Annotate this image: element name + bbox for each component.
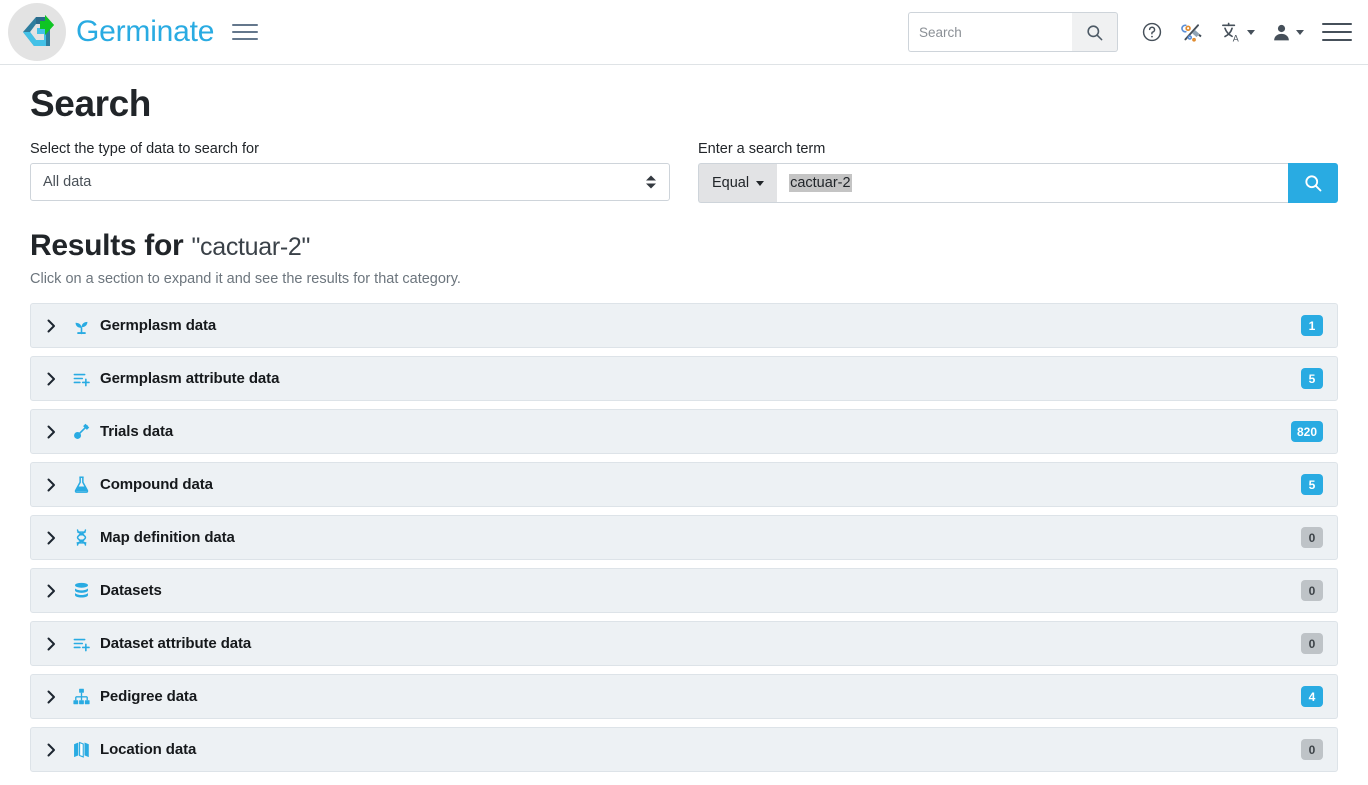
brand[interactable]: Germinate [8,3,214,61]
hamburger-bar [1322,23,1352,25]
result-count-badge: 0 [1301,527,1323,548]
accordion-section-label: Pedigree data [100,688,197,705]
search-term-input[interactable]: cactuar-2 [777,163,1288,203]
help-icon [1141,21,1163,43]
accordion-section-map-definition-data[interactable]: Map definition data 0 [30,515,1338,560]
hamburger-bar [232,24,258,26]
search-form: Select the type of data to search for Al… [30,141,1338,203]
flask-icon [71,475,91,495]
sitemap-icon [71,687,91,707]
seedling-icon [71,316,91,336]
hamburger-bar [232,38,258,40]
user-icon [1271,22,1292,43]
list-plus-icon [71,634,91,654]
results-hint: Click on a section to expand it and see … [30,271,1338,287]
results-title-term: "cactuar-2" [191,233,310,261]
top-navbar: Germinate [0,0,1368,65]
chevron-down-icon [1296,30,1304,35]
accordion-section-label: Trials data [100,423,173,440]
navbar-actions: A [908,10,1354,54]
result-count-badge: 5 [1301,474,1323,495]
account-button[interactable] [1263,10,1312,54]
accordion-section-label: Map definition data [100,529,235,546]
map-icon [71,740,91,760]
result-count-badge: 5 [1301,368,1323,389]
chevron-right-icon [47,637,61,651]
comparator-label: Equal [712,175,749,191]
chevron-right-icon [47,478,61,492]
accordion-section-label: Compound data [100,476,213,493]
chevron-right-icon [47,690,61,704]
result-count-badge: 0 [1301,633,1323,654]
search-term-field: Enter a search term Equal cactuar-2 [698,141,1338,203]
accordion-section-label: Germplasm data [100,317,216,334]
svg-text:A: A [1233,33,1239,43]
search-icon [1303,173,1323,193]
accordion-section-label: Location data [100,741,196,758]
result-count-badge: 0 [1301,739,1323,760]
accordion-section-location-data[interactable]: Location data 0 [30,727,1338,772]
dna-icon [71,528,91,548]
accordion-section-trials-data[interactable]: Trials data 820 [30,409,1338,454]
header-search-button[interactable] [1072,12,1118,52]
help-button[interactable] [1132,10,1172,54]
translate-icon: A [1220,21,1243,44]
marker-button[interactable] [1172,10,1212,54]
chevron-right-icon [47,319,61,333]
chevron-down-icon [756,181,764,186]
data-type-field: Select the type of data to search for Al… [30,141,670,203]
sidebar-toggle-icon[interactable] [232,17,262,47]
accordion-section-label: Datasets [100,582,162,599]
marker-icon [1181,21,1204,44]
search-term-label: Enter a search term [698,141,1338,157]
brand-name: Germinate [76,15,214,49]
chevron-down-icon [1247,30,1255,35]
chevron-right-icon [47,531,61,545]
search-icon [1085,23,1104,42]
data-type-select[interactable]: All data [30,163,670,201]
result-count-badge: 820 [1291,421,1323,442]
accordion-section-compound-data[interactable]: Compound data 5 [30,462,1338,507]
page-content: Search Select the type of data to search… [0,65,1368,772]
database-icon [71,581,91,601]
chevron-right-icon [47,584,61,598]
accordion-section-germplasm-data[interactable]: Germplasm data 1 [30,303,1338,348]
data-type-label: Select the type of data to search for [30,141,670,157]
page-title: Search [30,83,1338,125]
accordion-section-label: Germplasm attribute data [100,370,279,387]
data-type-select-wrap: All data [30,163,670,201]
search-term-input-group: Equal cactuar-2 [698,163,1338,203]
result-count-badge: 0 [1301,580,1323,601]
search-submit-button[interactable] [1288,163,1338,203]
accordion-section-label: Dataset attribute data [100,635,251,652]
comparator-dropdown[interactable]: Equal [698,163,777,203]
hamburger-bar [232,31,258,33]
hamburger-bar [1322,39,1352,41]
hamburger-bar [1322,31,1352,33]
results-title: Results for "cactuar-2" [30,229,1338,263]
results-accordion: Germplasm data 1 Germplasm attribute data 5… [30,303,1338,772]
accordion-section-germplasm-attribute-data[interactable]: Germplasm attribute data 5 [30,356,1338,401]
search-input[interactable] [908,12,1072,52]
result-count-badge: 1 [1301,315,1323,336]
accordion-section-pedigree-data[interactable]: Pedigree data 4 [30,674,1338,719]
results-title-prefix: Results for [30,229,183,262]
search-term-value: cactuar-2 [789,174,851,192]
chevron-right-icon [47,425,61,439]
main-menu-button[interactable] [1322,16,1354,48]
result-count-badge: 4 [1301,686,1323,707]
accordion-section-dataset-attribute-data[interactable]: Dataset attribute data 0 [30,621,1338,666]
chevron-right-icon [47,372,61,386]
accordion-section-datasets[interactable]: Datasets 0 [30,568,1338,613]
list-plus-icon [71,369,91,389]
shovel-icon [71,422,91,442]
chevron-right-icon [47,743,61,757]
germinate-logo-icon [8,3,66,61]
header-search [908,12,1118,52]
language-button[interactable]: A [1212,10,1263,54]
